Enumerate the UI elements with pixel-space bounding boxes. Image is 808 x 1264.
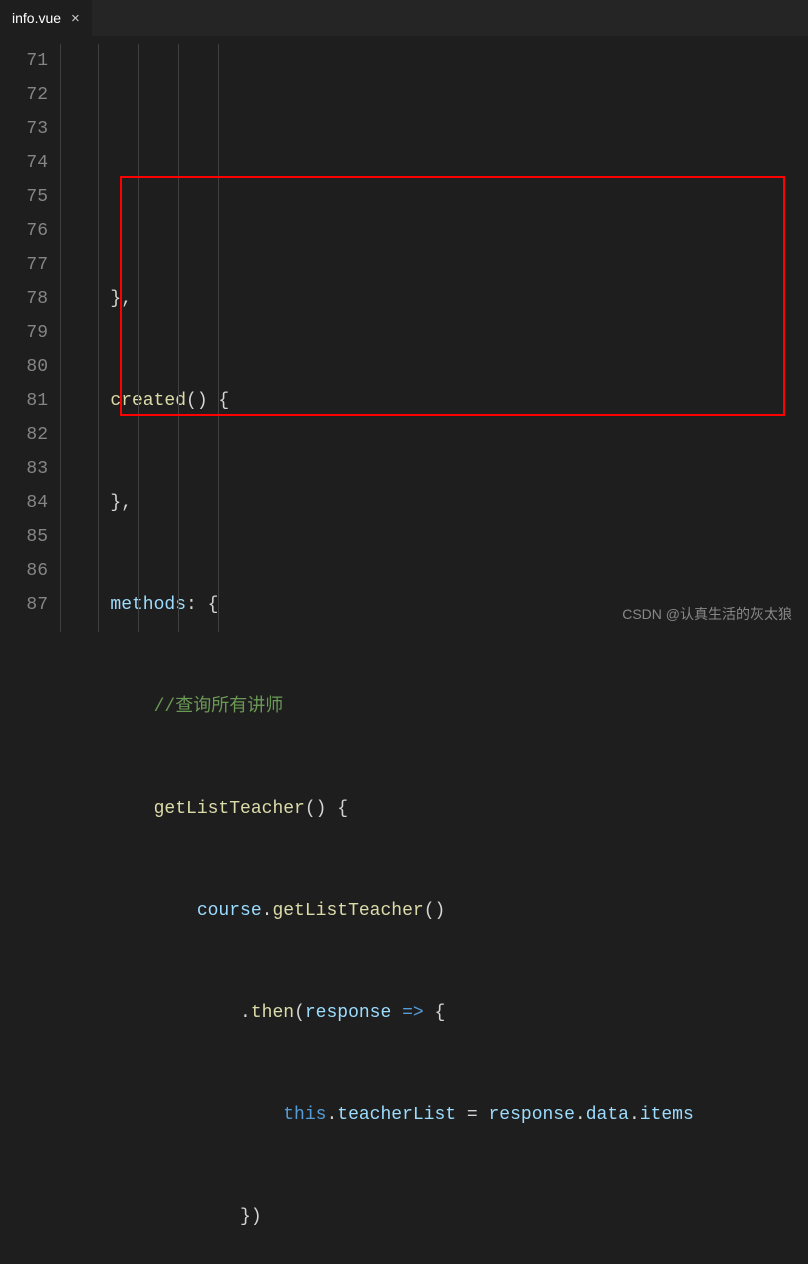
code-text: getListTeacher <box>154 799 305 819</box>
tab-info-vue[interactable]: info.vue × <box>0 0 92 36</box>
line-number: 71 <box>0 44 48 78</box>
code-text: () <box>424 901 446 921</box>
code-area[interactable]: }, created() { }, methods: { //查询所有讲师 ge… <box>78 36 808 632</box>
code-text: getListTeacher <box>272 901 423 921</box>
code-text: ( <box>294 1003 305 1023</box>
line-number: 85 <box>0 520 48 554</box>
code-text: //查询所有讲师 <box>154 697 284 717</box>
code-text: = <box>456 1105 488 1125</box>
code-text: methods <box>110 595 186 615</box>
line-number: 87 <box>0 588 48 622</box>
line-number: 76 <box>0 214 48 248</box>
line-gutter: 71 72 73 74 75 76 77 78 79 80 81 82 83 8… <box>0 36 60 632</box>
code-text: this <box>283 1105 326 1125</box>
code-text: data <box>586 1105 629 1125</box>
tab-filename: info.vue <box>12 10 61 26</box>
code-text: course <box>197 901 262 921</box>
code-text: . <box>575 1105 586 1125</box>
code-text: response <box>489 1105 575 1125</box>
code-text: response <box>305 1003 391 1023</box>
code-text: . <box>240 1003 251 1023</box>
line-number: 75 <box>0 180 48 214</box>
line-number: 82 <box>0 418 48 452</box>
code-text: teacherList <box>337 1105 456 1125</box>
code-text: }, <box>110 493 132 513</box>
line-number: 79 <box>0 316 48 350</box>
code-text: . <box>629 1105 640 1125</box>
line-number: 78 <box>0 282 48 316</box>
code-text: => <box>391 1003 434 1023</box>
line-number: 72 <box>0 78 48 112</box>
code-text: . <box>262 901 273 921</box>
line-number: 81 <box>0 384 48 418</box>
code-text: created <box>110 391 186 411</box>
code-text: }) <box>240 1207 262 1227</box>
line-number: 80 <box>0 350 48 384</box>
line-number: 86 <box>0 554 48 588</box>
close-icon[interactable]: × <box>71 10 80 27</box>
line-number: 83 <box>0 452 48 486</box>
code-text: }, <box>110 289 132 309</box>
code-text: then <box>251 1003 294 1023</box>
line-number: 77 <box>0 248 48 282</box>
code-text: () { <box>305 799 348 819</box>
code-editor[interactable]: 71 72 73 74 75 76 77 78 79 80 81 82 83 8… <box>0 36 808 632</box>
tab-bar: info.vue × <box>0 0 808 36</box>
code-text: { <box>435 1003 446 1023</box>
code-text: : { <box>186 595 218 615</box>
code-text: () { <box>186 391 229 411</box>
code-text: . <box>326 1105 337 1125</box>
watermark: CSDN @认真生活的灰太狼 <box>622 604 792 624</box>
code-text: items <box>640 1105 694 1125</box>
line-number: 74 <box>0 146 48 180</box>
line-number: 84 <box>0 486 48 520</box>
line-number: 73 <box>0 112 48 146</box>
